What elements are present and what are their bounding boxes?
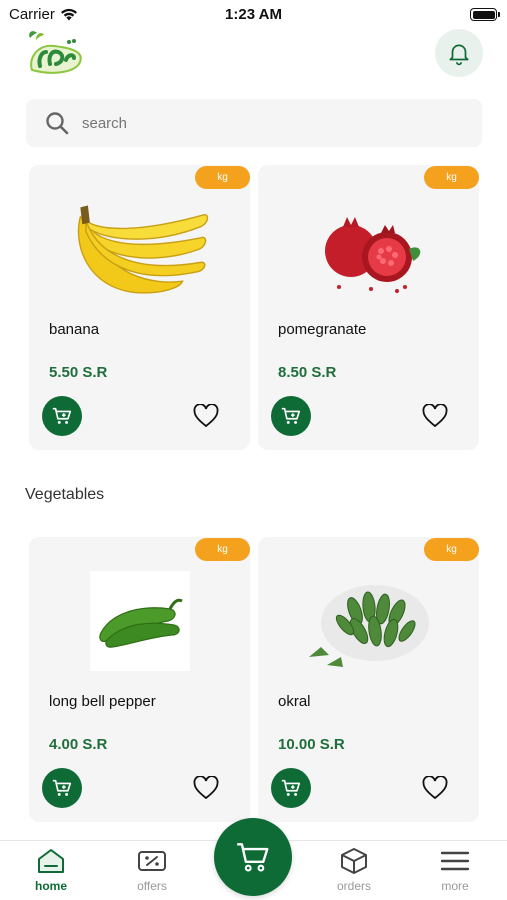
- box-icon: [341, 848, 367, 874]
- nav-offers[interactable]: offers: [117, 847, 187, 893]
- status-bar: Carrier 1:23 AM: [0, 0, 507, 28]
- offers-icon: [138, 851, 166, 871]
- product-card-pomegranate[interactable]: kg pomegranate 8.50 S.R: [258, 165, 479, 450]
- product-card-banana[interactable]: kg banana 5.50 S.R: [29, 165, 250, 450]
- cart-icon: [281, 779, 301, 796]
- unit-badge: kg: [195, 166, 250, 189]
- add-to-cart-button[interactable]: [271, 768, 311, 808]
- search-icon: [46, 112, 69, 135]
- heart-icon: [422, 776, 448, 800]
- product-name: banana: [49, 321, 100, 338]
- banana-image: [69, 195, 211, 303]
- heart-icon: [193, 776, 219, 800]
- nav-more[interactable]: more: [420, 847, 490, 893]
- product-name: long bell pepper: [49, 693, 156, 710]
- okra-image: [298, 567, 440, 675]
- product-name: okral: [278, 693, 311, 710]
- nav-offers-label: offers: [137, 879, 167, 893]
- pomegranate-image: [298, 195, 440, 303]
- notifications-button[interactable]: [435, 29, 483, 77]
- cart-fab-button[interactable]: [214, 818, 292, 896]
- cart-icon: [52, 407, 72, 424]
- unit-badge: kg: [424, 166, 479, 189]
- home-icon: [38, 849, 64, 873]
- product-price: 4.00 S.R: [49, 736, 108, 753]
- product-card-okral[interactable]: kg okral 10.00 S.R: [258, 537, 479, 822]
- favorite-button[interactable]: [421, 774, 449, 802]
- bell-icon: [449, 44, 469, 66]
- home-screen: Carrier 1:23 AM search kg banana 5.50 S.…: [0, 0, 507, 900]
- nav-more-label: more: [441, 879, 469, 893]
- product-card-long-bell-pepper[interactable]: kg long bell pepper 4.00 S.R: [29, 537, 250, 822]
- product-price: 8.50 S.R: [278, 364, 337, 381]
- unit-badge: kg: [424, 538, 479, 561]
- add-to-cart-button[interactable]: [271, 396, 311, 436]
- brand-logo-icon: [24, 28, 86, 78]
- product-price: 5.50 S.R: [49, 364, 108, 381]
- cart-icon: [237, 843, 269, 872]
- add-to-cart-button[interactable]: [42, 396, 82, 436]
- favorite-button[interactable]: [192, 774, 220, 802]
- menu-icon: [440, 851, 470, 871]
- favorite-button[interactable]: [421, 402, 449, 430]
- heart-icon: [193, 404, 219, 428]
- search-bar[interactable]: [26, 99, 482, 147]
- status-time: 1:23 AM: [225, 6, 282, 23]
- unit-badge: kg: [195, 538, 250, 561]
- cart-icon: [52, 779, 72, 796]
- battery-icon: [470, 8, 500, 21]
- product-name: pomegranate: [278, 321, 367, 338]
- section-title-vegetables: Vegetables: [25, 486, 105, 503]
- search-input[interactable]: [82, 114, 462, 132]
- favorite-button[interactable]: [192, 402, 220, 430]
- nav-home-label: home: [34, 879, 67, 893]
- pepper-image: [69, 567, 211, 675]
- product-price: 10.00 S.R: [278, 736, 345, 753]
- nav-orders[interactable]: orders: [319, 847, 389, 893]
- heart-icon: [422, 404, 448, 428]
- cart-icon: [281, 407, 301, 424]
- add-to-cart-button[interactable]: [42, 768, 82, 808]
- nav-home[interactable]: home: [16, 847, 86, 893]
- nav-orders-label: orders: [336, 879, 371, 893]
